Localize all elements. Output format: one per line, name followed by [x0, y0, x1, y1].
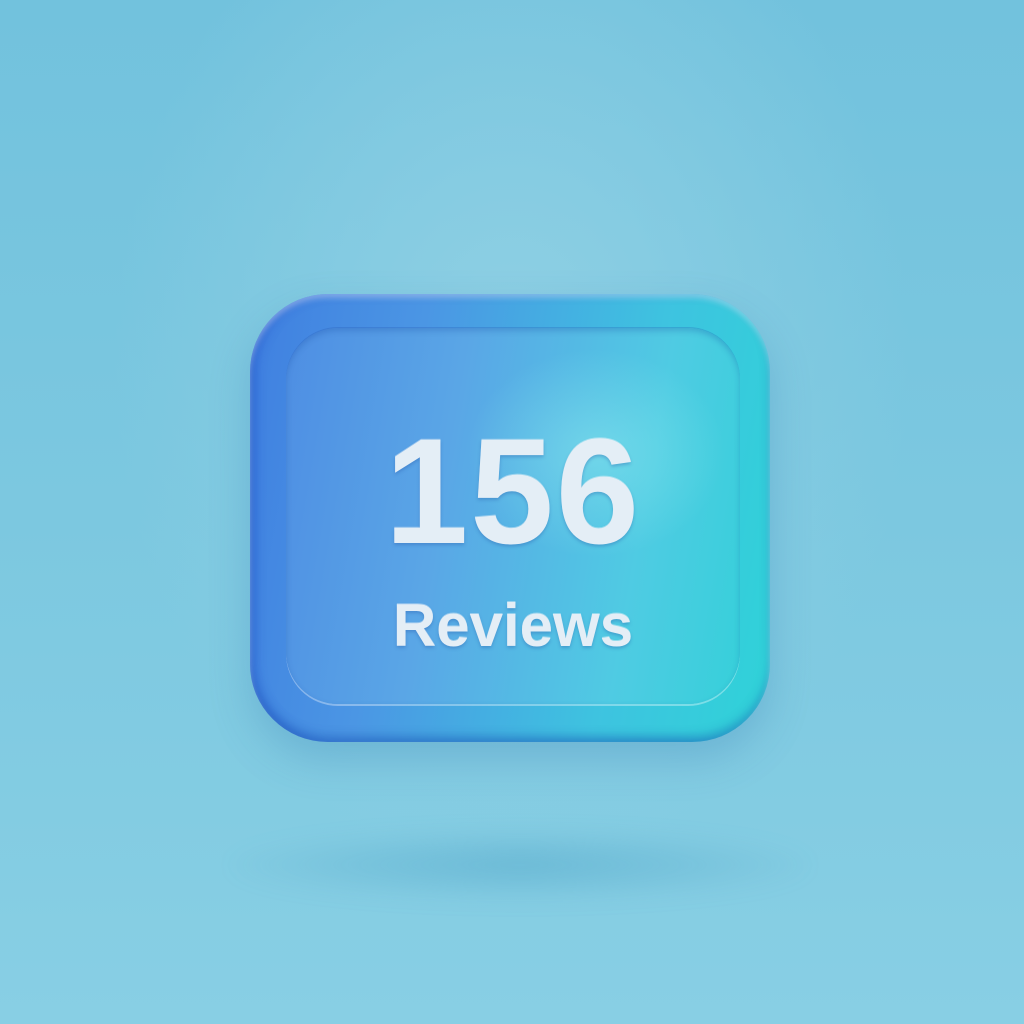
review-label: Reviews [392, 592, 634, 659]
review-count-badge: 156 Reviews [250, 294, 770, 742]
floor-shadow [230, 830, 810, 900]
review-count: 156 [384, 407, 642, 575]
badge-inner-panel: 156 Reviews [286, 328, 740, 704]
scene: 156 Reviews [0, 0, 1024, 1024]
